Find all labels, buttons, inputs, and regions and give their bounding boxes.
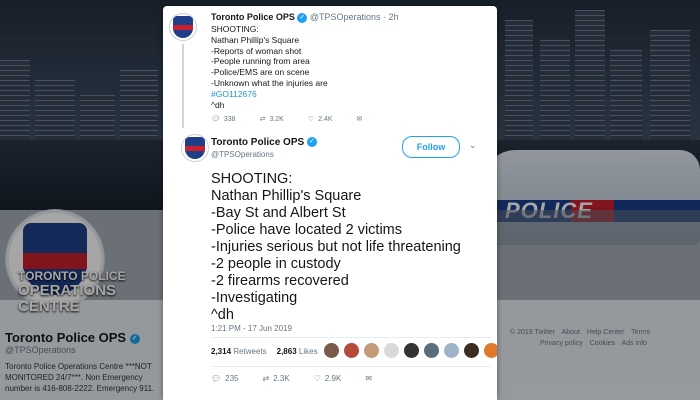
reply-count: 338	[223, 115, 236, 123]
like-count: 2.9K	[324, 374, 342, 383]
thread-line: -People running from area	[211, 56, 310, 67]
liker-avatar[interactable]	[403, 342, 420, 359]
liker-avatar[interactable]	[423, 342, 440, 359]
main-tweet-timestamp[interactable]: 1:21 PM - 17 Jun 2019	[211, 324, 292, 333]
main-line: -Investigating	[211, 290, 298, 306]
retweet-count: 3.2K	[269, 115, 284, 123]
thread-signature: ^dh	[211, 99, 225, 110]
reply-button[interactable]: 💬︎ 235	[211, 374, 239, 383]
chevron-down-icon[interactable]: ⌄	[469, 140, 477, 151]
liker-avatar[interactable]	[343, 342, 360, 359]
main-tweet-name[interactable]: Toronto Police OPS	[211, 137, 304, 148]
hashtag-link[interactable]: #GO112676	[211, 89, 328, 100]
avatar-band	[173, 25, 193, 30]
retweet-button[interactable]: ⇄ 3.2K	[259, 115, 284, 124]
thread-tweet-name[interactable]: Toronto Police OPS	[211, 12, 295, 22]
retweet-button[interactable]: ⇄ 2.3K	[263, 374, 290, 383]
heart-icon: ♡	[307, 116, 315, 123]
thread-tweet-age[interactable]: · 2h	[383, 12, 399, 22]
like-stat-count: 2,863	[276, 347, 297, 356]
main-tweet-text: SHOOTING: Nathan Phillip's Square -Bay S…	[211, 171, 461, 324]
liker-avatar[interactable]	[483, 342, 497, 359]
main-line: -Bay St and Albert St	[211, 205, 346, 221]
main-line: -2 firearms recovered	[211, 273, 349, 289]
retweet-stat[interactable]: 2,314 Retweets	[211, 347, 267, 356]
reply-icon: 💬︎	[211, 374, 222, 383]
main-tweet-avatar[interactable]	[181, 134, 209, 162]
thread-tweet-actions: 💬︎ 338 ⇄ 3.2K ♡ 2.4K ✉	[211, 115, 363, 124]
verified-icon: ✓	[297, 12, 308, 23]
main-tweet-actions: 💬︎ 235 ⇄ 2.3K ♡ 2.9K ✉	[211, 374, 372, 383]
thread-line: Nathan Phillip's Square	[211, 34, 300, 45]
thread-connector	[182, 44, 184, 128]
liker-avatar[interactable]	[463, 342, 480, 359]
reply-button[interactable]: 💬︎ 338	[211, 115, 236, 124]
main-line: SHOOTING:	[211, 171, 293, 187]
main-line: Nathan Phillip's Square	[211, 188, 362, 204]
retweet-count: 2.3K	[273, 374, 290, 383]
divider	[211, 366, 491, 367]
reply-icon: 💬︎	[211, 116, 220, 123]
thread-line: SHOOTING:	[211, 24, 259, 34]
dm-button[interactable]: ✉	[357, 115, 363, 123]
thread-line: -Unknown what the injuries are	[211, 77, 328, 88]
main-tweet-header: Toronto Police OPS ✓ @TPSOperations	[211, 137, 317, 161]
main-line: -Police have located 2 victims	[211, 222, 402, 238]
thread-tweet-avatar[interactable]	[169, 13, 197, 41]
main-tweet-handle[interactable]: @TPSOperations	[211, 149, 317, 161]
follow-button[interactable]: Follow	[402, 136, 460, 158]
thread-tweet-handle[interactable]: @TPSOperations	[310, 12, 381, 22]
thread-line: -Police/EMS are on scene	[211, 67, 310, 78]
liker-avatar[interactable]	[443, 342, 460, 359]
engagement-stats: 2,314 Retweets 2,863 Likes	[211, 347, 318, 356]
retweet-icon: ⇄	[262, 374, 270, 383]
avatar-band	[185, 146, 205, 151]
tweet-modal: Toronto Police OPS ✓ @TPSOperations · 2h…	[163, 6, 497, 400]
like-button[interactable]: ♡ 2.4K	[307, 115, 333, 124]
like-stat-label: Likes	[298, 347, 318, 356]
divider	[211, 337, 491, 338]
envelope-icon: ✉	[356, 116, 363, 123]
like-stat[interactable]: 2,863 Likes	[277, 347, 318, 356]
liker-avatars	[323, 342, 497, 359]
heart-icon: ♡	[313, 374, 321, 383]
liker-avatar[interactable]	[363, 342, 380, 359]
main-line: ^dh	[211, 307, 234, 323]
main-line: -Injuries serious but not life threateni…	[211, 239, 461, 255]
liker-avatar[interactable]	[323, 342, 340, 359]
thread-tweet-header: Toronto Police OPS ✓ @TPSOperations · 2h	[211, 12, 399, 23]
dm-button[interactable]: ✉	[365, 374, 372, 383]
retweet-stat-label: Retweets	[233, 347, 267, 356]
thread-tweet-text: SHOOTING: Nathan Phillip's Square -Repor…	[211, 24, 328, 110]
retweet-icon: ⇄	[259, 116, 266, 123]
retweet-stat-count: 2,314	[211, 347, 232, 356]
main-line: -2 people in custody	[211, 256, 341, 272]
envelope-icon: ✉	[365, 374, 373, 383]
like-button[interactable]: ♡ 2.9K	[314, 374, 342, 383]
reply-count: 235	[225, 374, 239, 383]
thread-line: -Reports of woman shot	[211, 45, 302, 56]
verified-icon: ✓	[306, 137, 317, 148]
like-count: 2.4K	[318, 115, 333, 123]
liker-avatar[interactable]	[383, 342, 400, 359]
